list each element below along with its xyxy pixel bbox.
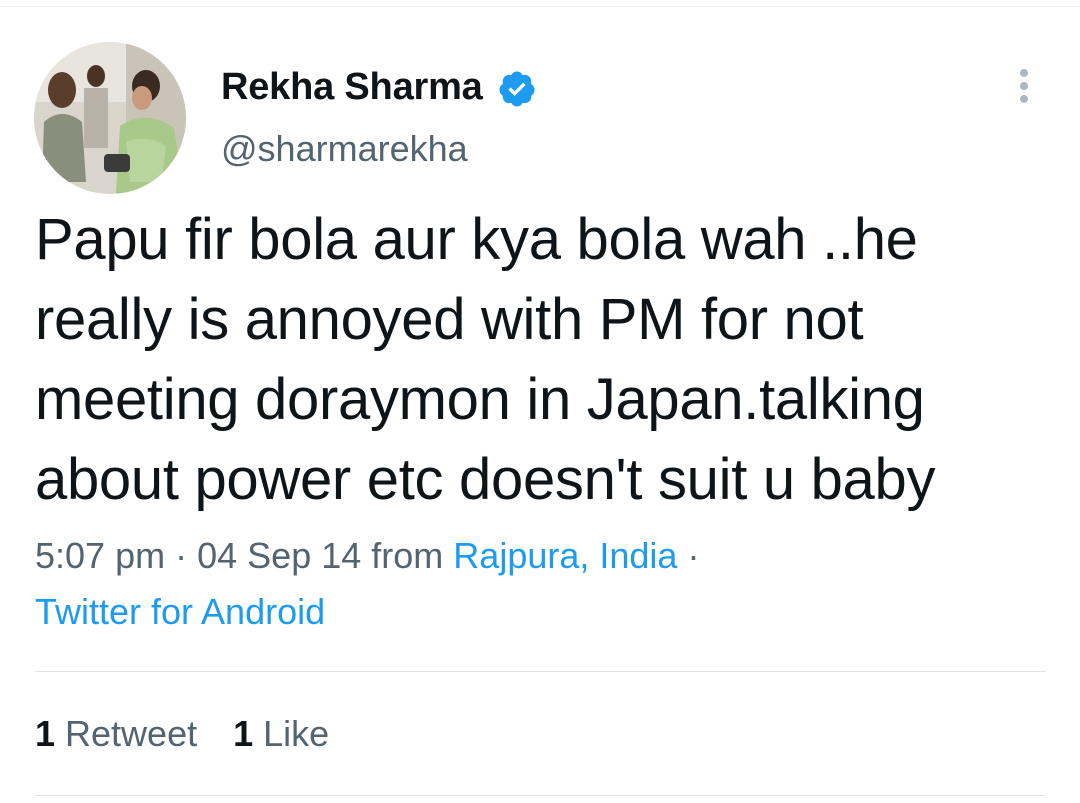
verified-badge-icon bbox=[497, 69, 537, 109]
tweet-source-row: Twitter for Android bbox=[35, 588, 325, 636]
author-handle[interactable]: @sharmarekha bbox=[221, 128, 468, 170]
likes-count: 1 bbox=[233, 713, 254, 754]
avatar[interactable] bbox=[34, 42, 186, 194]
top-divider bbox=[0, 6, 1080, 7]
likes-label: Like bbox=[263, 713, 330, 754]
divider bbox=[35, 671, 1046, 672]
divider bbox=[35, 795, 1046, 796]
tweet-text-line: about power etc doesn't suit u baby bbox=[35, 447, 936, 512]
tweet-stats: 1 Retweet 1 Like bbox=[35, 710, 329, 758]
location-link[interactable]: Rajpura, India bbox=[453, 535, 677, 576]
tweet-text-line: Papu fir bola aur kya bola wah ..he bbox=[35, 207, 918, 272]
tweet-date[interactable]: 04 Sep 14 bbox=[197, 535, 361, 576]
avatar-photo bbox=[34, 42, 186, 194]
tweet-text: Papu fir bola aur kya bola wah ..he real… bbox=[35, 200, 1055, 520]
more-vertical-icon-dot bbox=[1020, 82, 1028, 90]
meta-separator: · bbox=[175, 535, 188, 576]
meta-separator: · bbox=[687, 535, 700, 576]
tweet-meta: 5:07 pm · 04 Sep 14 from Rajpura, India … bbox=[35, 532, 699, 580]
tweet-text-line: really is annoyed with PM for not bbox=[35, 287, 864, 352]
author-name[interactable]: Rekha Sharma bbox=[221, 66, 483, 109]
source-link[interactable]: Twitter for Android bbox=[35, 591, 325, 632]
retweets-stat[interactable]: 1 Retweet bbox=[35, 710, 197, 758]
retweets-label: Retweet bbox=[65, 713, 198, 754]
author-name-row[interactable]: Rekha Sharma bbox=[221, 66, 537, 109]
from-label: from bbox=[371, 535, 444, 576]
tweet-text-line: meeting doraymon in Japan.talking bbox=[35, 367, 925, 432]
retweets-count: 1 bbox=[35, 713, 56, 754]
likes-stat[interactable]: 1 Like bbox=[233, 710, 329, 758]
more-options-button[interactable] bbox=[1004, 62, 1044, 110]
more-vertical-icon bbox=[1020, 69, 1028, 77]
more-vertical-icon-dot bbox=[1020, 95, 1028, 103]
tweet-time[interactable]: 5:07 pm bbox=[35, 535, 165, 576]
